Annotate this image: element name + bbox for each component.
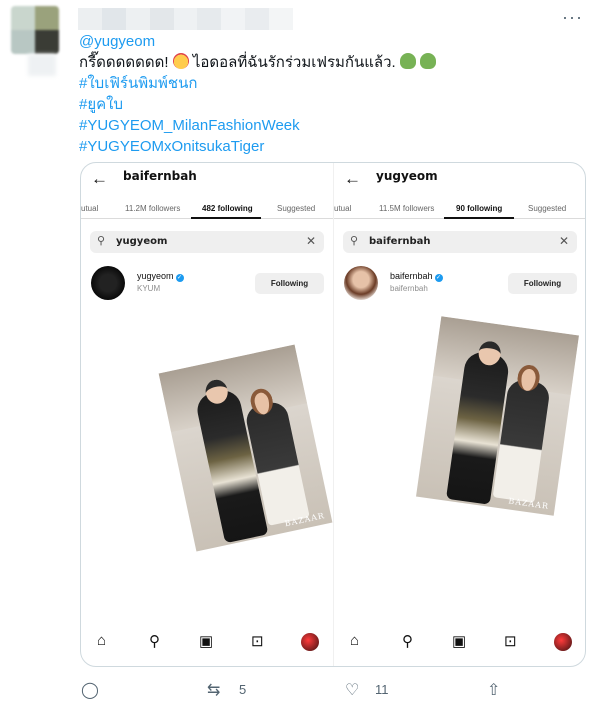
search-query: baifernbah (369, 236, 431, 247)
ig-bottom-nav: ⌂ ⚲ ▣ ⊡ (81, 628, 333, 658)
ig-search-bar: ⚲ baifernbah ✕ (343, 231, 577, 253)
search-icon: ⚲ (149, 633, 160, 650)
tweet-media-image[interactable]: ← baifernbah utual 11.2M followers 482 f… (80, 162, 586, 667)
verified-badge-icon: ✓ (175, 274, 184, 282)
bazaar-watermark: BAZAAR (507, 496, 550, 511)
hashtag-link[interactable]: #ยูคใบ (79, 96, 123, 113)
like-icon[interactable]: ♡ (345, 680, 359, 700)
tweet-actions: ◯ ⇆ 5 ♡ 11 ⇧ (79, 680, 579, 702)
ig-search-bar: ⚲ yugyeom ✕ (90, 231, 324, 253)
tab-following: 482 following (202, 204, 253, 213)
author-name-blurred[interactable] (78, 8, 294, 30)
result-subtitle: KYUM (137, 284, 161, 293)
back-arrow-icon: ← (344, 169, 361, 188)
back-arrow-icon: ← (91, 169, 108, 188)
result-username: baifernbah (390, 271, 433, 281)
search-icon: ⚲ (350, 235, 359, 247)
result-avatar (344, 266, 378, 300)
mention-link[interactable]: @yugyeom (79, 33, 155, 50)
author-avatar[interactable] (11, 6, 59, 54)
tab-suggested: Suggested (277, 204, 316, 213)
search-query: yugyeom (116, 236, 168, 247)
tweet-text-part-2: ไอดอลที่ฉันรักร่วมเฟรมกันแล้ว. (192, 54, 396, 71)
tab-underline (444, 217, 514, 219)
hashtag-link[interactable]: #ใบเฟิร์นพิมพ์ชนก (79, 75, 197, 92)
instagram-screenshot-right: ← yugyeom utual 11.5M followers 90 follo… (334, 163, 585, 666)
result-username: yugyeom (137, 271, 174, 281)
hashtag-link[interactable]: #YUGYEOMxOnitsukaTiger (79, 138, 264, 155)
ig-tabs: utual 11.2M followers 482 following Sugg… (81, 199, 333, 219)
share-icon[interactable]: ⇧ (487, 680, 500, 700)
tab-following: 90 following (456, 204, 503, 213)
result-avatar (91, 266, 125, 300)
reels-icon: ▣ (452, 633, 467, 650)
tab-suggested: Suggested (528, 204, 567, 213)
like-count: 11 (375, 682, 389, 697)
ig-username: yugyeom (376, 169, 438, 183)
clear-icon: ✕ (558, 234, 569, 248)
ig-bottom-nav: ⌂ ⚲ ▣ ⊡ (334, 628, 585, 658)
reels-icon: ▣ (199, 633, 214, 650)
instagram-screenshot-left: ← baifernbah utual 11.2M followers 482 f… (81, 163, 333, 666)
result-name: baifernbah ✓ (390, 271, 443, 282)
tab-followers: 11.5M followers (379, 204, 435, 213)
profile-avatar-icon (554, 633, 572, 651)
green-heart-emoji-icon (399, 53, 416, 69)
home-icon: ⌂ (97, 632, 107, 649)
search-icon: ⚲ (97, 235, 106, 247)
search-icon: ⚲ (402, 633, 413, 650)
clear-icon: ✕ (305, 234, 316, 248)
profile-avatar-icon (301, 633, 319, 651)
tab-mutual: utual (81, 204, 99, 213)
home-icon: ⌂ (350, 632, 360, 649)
following-button: Following (255, 273, 324, 294)
shop-icon: ⊡ (251, 633, 264, 650)
ig-header: ← baifernbah (81, 163, 333, 193)
tweet-text-part-1: กรี๊ดดดดดดด! (79, 54, 169, 71)
shop-icon: ⊡ (504, 633, 517, 650)
ig-username: baifernbah (123, 169, 197, 183)
retweet-icon[interactable]: ⇆ (207, 680, 220, 700)
following-button: Following (508, 273, 577, 294)
panel-divider (333, 163, 334, 666)
tab-underline (191, 217, 261, 219)
result-name: yugyeom ✓ (137, 271, 184, 282)
green-heart-emoji-icon (420, 53, 437, 69)
more-dots-icon[interactable]: ··· (562, 8, 583, 26)
ig-tabs: utual 11.5M followers 90 following Sugge… (334, 199, 585, 219)
tweet: ··· @yugyeom กรี๊ดดดดดดด! ไอดอลที่ฉันรัก… (0, 0, 597, 708)
couple-photo: BAZAAR (416, 316, 579, 516)
ig-header: ← yugyeom (334, 163, 585, 193)
tab-followers: 11.2M followers (125, 204, 181, 213)
hashtag-link[interactable]: #YUGYEOM_MilanFashionWeek (79, 117, 300, 134)
result-subtitle: baifernbah (390, 284, 428, 293)
tweet-text: @yugyeom กรี๊ดดดดดดด! ไอดอลที่ฉันรักร่วม… (79, 31, 579, 157)
retweet-count: 5 (239, 682, 247, 697)
avatar-blur-shadow (28, 54, 56, 76)
verified-badge-icon: ✓ (434, 274, 443, 282)
smiling-hearts-emoji-icon (172, 53, 189, 69)
tab-mutual: utual (334, 204, 352, 213)
couple-photo: BAZAAR (158, 344, 333, 552)
reply-icon[interactable]: ◯ (81, 680, 99, 700)
